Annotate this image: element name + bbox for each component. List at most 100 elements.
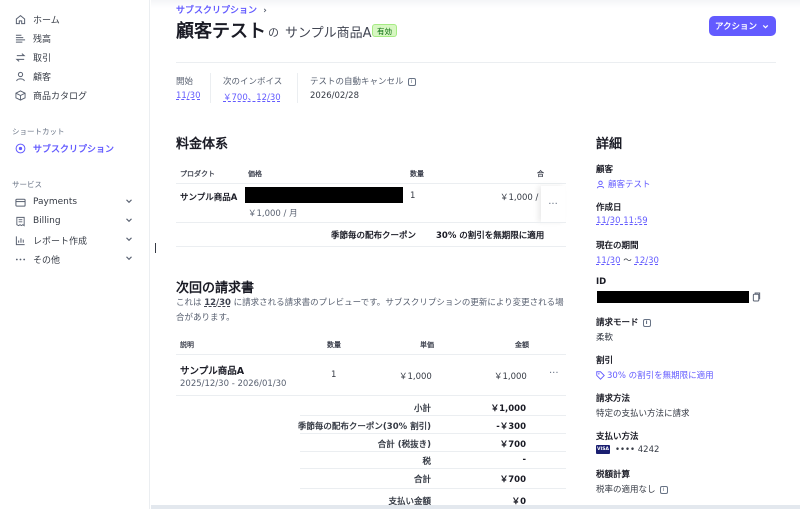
created-link[interactable]: 11/30 11:59	[596, 216, 648, 226]
test-cancel-label-text: テストの自動キャンセル	[310, 77, 404, 87]
pricing-quantity: 1	[410, 191, 416, 201]
pricing-price-detail: ￥1,000 / 月	[248, 209, 298, 219]
nav-subscriptions-label: サブスクリプション	[33, 144, 115, 155]
preview-suffix: に請求される請求書のプレビューです。サブスクリプションの更新により変更される場合…	[176, 298, 564, 323]
payment-method-label: 支払い方法	[596, 432, 639, 442]
nav-billing[interactable]: Billing	[14, 213, 144, 229]
period-start-link[interactable]: 11/30	[596, 256, 621, 266]
nav-subscriptions[interactable]: サブスクリプション	[14, 140, 144, 156]
nav-transactions[interactable]: 取引	[14, 49, 144, 65]
next-invoice-heading: 次回の請求書	[176, 281, 255, 296]
row-menu-button[interactable]: ···	[549, 368, 559, 379]
column-header-price: 価格	[248, 170, 262, 178]
chevron-down-icon	[126, 237, 132, 242]
invoice-line-period: 2025/12/30 - 2026/01/30	[180, 379, 287, 389]
balance-icon	[14, 32, 26, 44]
start-label: 開始	[176, 77, 194, 87]
coupon-discount-label: 季節毎の配布クーポン(30% 割引)	[297, 422, 431, 432]
invoice-line-description: サンプル商品A	[180, 366, 245, 377]
nav-reports[interactable]: レポート作成	[14, 232, 144, 248]
card-number: •••• 4242	[615, 445, 660, 455]
nav-more-label: その他	[33, 255, 61, 266]
nav-billing-label: Billing	[33, 216, 61, 226]
customer-value[interactable]: 顧客テスト	[596, 178, 651, 190]
nav-balance[interactable]: 残高	[14, 30, 144, 46]
nav-customers[interactable]: 顧客	[14, 68, 144, 84]
payment-method-value: VISA •••• 4242	[596, 445, 659, 455]
nav-transactions-label: 取引	[33, 53, 52, 64]
nav-home-label: ホーム	[33, 15, 60, 26]
nav-customers-label: 顧客	[33, 72, 52, 83]
nav-payments[interactable]: Payments	[14, 194, 144, 210]
billing-method-value: 特定の支払い方法に請求	[596, 409, 690, 419]
invoice-line-unit-price: ￥1,000	[399, 372, 432, 382]
redacted-price-name	[245, 187, 403, 203]
payments-icon	[14, 196, 26, 208]
customer-link[interactable]: 顧客テスト	[596, 180, 651, 190]
invoice-line-quantity: 1	[331, 370, 337, 380]
billing-mode-label-text: 請求モード	[596, 318, 639, 328]
meta-divider	[297, 73, 298, 103]
created-value[interactable]: 11/30 11:59	[596, 216, 648, 226]
column-header-product: プロダクト	[180, 170, 215, 178]
tax-value: -	[522, 455, 526, 465]
nav-more[interactable]: その他	[14, 251, 144, 267]
reports-icon	[14, 234, 26, 246]
period-end-link[interactable]: 12/30	[634, 256, 659, 266]
column-header-description: 説明	[180, 341, 194, 349]
info-icon[interactable]: i	[407, 77, 416, 86]
breadcrumb-label[interactable]: サブスクリプション	[176, 6, 257, 16]
page-title: 顧客テスト	[176, 21, 266, 42]
billing-mode-value: 柔軟	[596, 333, 614, 343]
discount-label: 割引	[596, 356, 614, 366]
nav-product-catalog[interactable]: 商品カタログ	[14, 87, 144, 103]
chevron-down-icon	[126, 218, 132, 223]
services-section-label: サービス	[12, 180, 42, 189]
redacted-subscription-id	[597, 291, 749, 303]
column-header-unit-price: 単価	[420, 341, 434, 349]
action-button[interactable]: アクション	[709, 16, 776, 36]
row-overflow-button[interactable]: ···	[541, 186, 565, 222]
nav-balance-label: 残高	[33, 34, 52, 45]
preview-prefix: これは	[176, 298, 205, 308]
breadcrumb[interactable]: サブスクリプション ›	[176, 3, 267, 16]
title-connector: の	[268, 26, 279, 39]
subscription-icon	[14, 142, 26, 154]
next-invoice-value[interactable]: ￥700、12/30	[223, 91, 281, 103]
invoice-header-divider	[176, 354, 566, 355]
discount-link[interactable]: 30% の割引を無期限に適用	[596, 371, 714, 381]
tax-calculation-label: 税額計算	[596, 470, 631, 480]
action-button-label: アクション	[714, 22, 758, 32]
meta-divider	[210, 73, 211, 103]
nav-reports-label: レポート作成	[33, 236, 88, 247]
info-icon[interactable]: i	[642, 318, 651, 327]
shortcuts-section-label: ショートカット	[12, 127, 65, 136]
total-value: ￥700	[499, 475, 526, 485]
copy-icon[interactable]	[752, 292, 761, 302]
customer-link-text[interactable]: 顧客テスト	[608, 180, 651, 190]
bottom-edge	[151, 505, 800, 509]
pricing-product[interactable]: サンプル商品A	[180, 191, 237, 203]
summary-divider	[300, 468, 566, 469]
product-name: サンプル商品A	[285, 26, 372, 41]
customer-icon	[596, 180, 605, 189]
column-header-amount: 合	[537, 170, 544, 178]
info-icon[interactable]: i	[659, 485, 668, 494]
preview-date-link[interactable]: 12/30	[204, 298, 231, 308]
tax-label: 税	[422, 457, 431, 467]
discount-link-text[interactable]: 30% の割引を無期限に適用	[607, 371, 714, 381]
nav-product-catalog-label: 商品カタログ	[33, 91, 88, 102]
customer-icon	[14, 70, 26, 82]
pricing-header-divider	[176, 183, 566, 184]
sidebar: ホーム 残高 取引 顧客 商品カタログ ショートカット サブスクリプション サー…	[0, 0, 150, 509]
summary-divider	[300, 451, 566, 452]
nav-home[interactable]: ホーム	[14, 11, 144, 27]
pricing-coupon-label: 季節毎の配布クーポン	[331, 231, 417, 241]
discount-value[interactable]: 30% の割引を無期限に適用	[596, 369, 714, 381]
start-value[interactable]: 11/30	[176, 91, 201, 101]
pricing-coupon-value: 30% の割引を無期限に適用	[436, 231, 545, 241]
chevron-down-icon	[762, 24, 769, 29]
subtotal-label: 小計	[413, 404, 431, 414]
tax-calculation-text: 税率の適用なし	[596, 485, 656, 495]
summary-divider	[300, 415, 566, 416]
